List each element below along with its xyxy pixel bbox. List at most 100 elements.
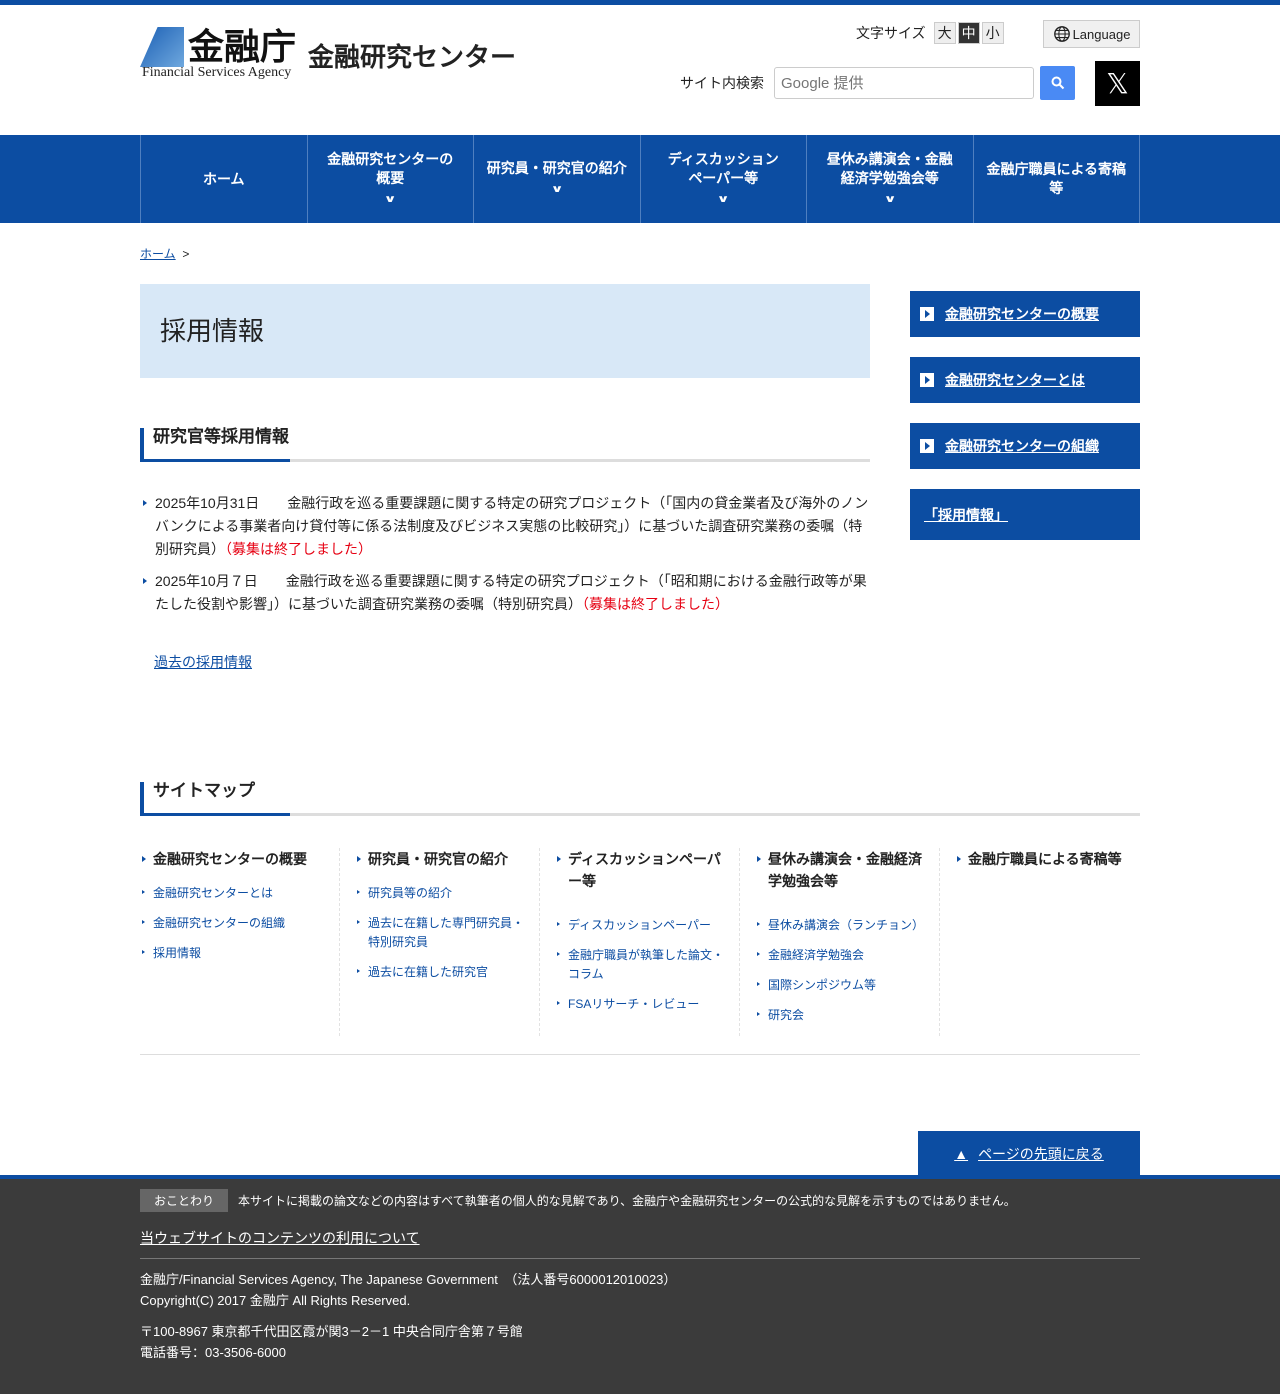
x-twitter-icon[interactable]: 𝕏: [1095, 61, 1140, 106]
search-button[interactable]: [1040, 66, 1075, 100]
sitemap-link[interactable]: 研究員等の紹介: [355, 884, 524, 903]
sitemap-heading-link[interactable]: 研究員・研究官の紹介: [355, 848, 524, 870]
back-to-top-button[interactable]: ▲ ページの先頭に戻る: [918, 1131, 1140, 1176]
side-link-organization[interactable]: 金融研究センターの組織: [910, 423, 1140, 469]
footer-address: 〒100-8967 東京都千代田区霞が関3－2－1 中央合同庁舎第７号館: [140, 1324, 523, 1339]
font-size-label: 文字サイズ: [856, 25, 926, 41]
sitemap-link[interactable]: ディスカッションペーパー: [555, 916, 724, 935]
search-input[interactable]: [774, 67, 1034, 99]
back-to-top-label: ページの先頭に戻る: [978, 1145, 1104, 1162]
recruit-text: 金融行政を巡る重要課題に関する特定の研究プロジェクト（「昭和期における金融行政等…: [155, 573, 867, 612]
nav-label: ホーム: [202, 170, 245, 187]
globe-icon: [1053, 26, 1070, 42]
sitemap-link[interactable]: 金融庁職員が執筆した論文・コラム: [555, 946, 724, 984]
sitemap-column: 研究員・研究官の紹介 研究員等の紹介過去に在籍した専門研究員・特別研究員過去に在籍…: [340, 848, 540, 1036]
nav-lectures[interactable]: 昼休み講演会・金融経済学勉強会等 ∨: [807, 135, 974, 223]
side-link-label: 金融研究センターとは: [945, 372, 1085, 388]
site-search: サイト内検索: [680, 66, 1075, 100]
heading-rule: [140, 459, 870, 462]
search-label: サイト内検索: [680, 75, 764, 91]
side-link-label: 金融研究センターの概要: [945, 306, 1099, 322]
font-size-large-button[interactable]: 大: [933, 22, 956, 44]
nav-home[interactable]: ホーム: [141, 135, 308, 223]
sitemap-column: 金融庁職員による寄稿等: [940, 848, 1140, 1036]
recruit-item[interactable]: 2025年10月７日 金融行政を巡る重要課題に関する特定の研究プロジェクト（「昭…: [140, 570, 870, 616]
chevron-down-icon: ∨: [716, 193, 730, 205]
search-icon: [1051, 76, 1064, 90]
nav-label: 金融庁職員による寄稿等: [986, 161, 1127, 196]
footer-copyright: Copyright(C) 2017 金融庁 All Rights Reserve…: [140, 1293, 411, 1308]
sitemap-heading-link[interactable]: 金融研究センターの概要: [140, 848, 324, 870]
arrow-right-icon: [920, 373, 934, 387]
sitemap-link[interactable]: 金融研究センターとは: [140, 884, 324, 903]
site-footer: おことわり 本サイトに掲載の論文などの内容はすべて執筆者の個人的な見解であり、金融…: [0, 1175, 1280, 1394]
chevron-down-icon: ∨: [383, 193, 397, 205]
nav-researchers[interactable]: 研究員・研究官の紹介 ∨: [474, 135, 641, 223]
breadcrumb-home-link[interactable]: ホーム: [140, 247, 176, 261]
sitemap-link[interactable]: FSAリサーチ・レビュー: [555, 995, 724, 1014]
sitemap-heading-link[interactable]: 昼休み講演会・金融経済学勉強会等: [755, 848, 924, 892]
font-size-switcher: 文字サイズ 大 中 小: [856, 22, 1004, 44]
side-menu: 金融研究センターの概要 金融研究センターとは 金融研究センターの組織 「採用情報…: [910, 284, 1140, 672]
sitemap-heading: サイトマップ: [140, 782, 1140, 813]
sitemap-heading-link[interactable]: ディスカッションペーパー等: [555, 848, 724, 892]
side-link-overview[interactable]: 金融研究センターの概要: [910, 291, 1140, 337]
terms-link[interactable]: 当ウェブサイトのコンテンツの利用について: [140, 1228, 1140, 1259]
sitemap-link[interactable]: 過去に在籍した研究官: [355, 963, 524, 982]
sitemap-link[interactable]: 金融研究センターの組織: [140, 914, 324, 933]
language-label: Language: [1072, 26, 1131, 42]
side-link-label: 金融研究センターの組織: [945, 438, 1099, 454]
recruit-status: （募集は終了しました）: [582, 596, 729, 612]
footer-org: 金融庁/Financial Services Agency, The Japan…: [140, 1272, 677, 1287]
sitemap-column: 金融研究センターの概要 金融研究センターとは 金融研究センターの組織 採用情報: [140, 848, 340, 1036]
recruit-status: （募集は終了しました）: [225, 541, 372, 557]
breadcrumb: ホーム >: [140, 245, 1140, 262]
recruit-date: 2025年10月７日: [155, 573, 258, 589]
nav-contributions[interactable]: 金融庁職員による寄稿等: [974, 135, 1140, 223]
sitemap-column: ディスカッションペーパー等ディスカッションペーパー金融庁職員が執筆した論文・コラ…: [540, 848, 740, 1036]
side-link-about[interactable]: 金融研究センターとは: [910, 357, 1140, 403]
fsa-logo[interactable]: 金融庁 Financial Services Agency 金融研究センター: [140, 26, 516, 80]
disclaimer-tag: おことわり: [140, 1189, 229, 1212]
disclaimer-text: 本サイトに掲載の論文などの内容はすべて執筆者の個人的な見解であり、金融庁や金融研…: [238, 1194, 1016, 1208]
chevron-down-icon: ∨: [550, 184, 564, 195]
triangle-up-icon: ▲: [954, 1145, 969, 1162]
language-button[interactable]: Language: [1043, 20, 1140, 48]
past-recruit-link[interactable]: 過去の採用情報: [154, 652, 870, 672]
sitemap-link[interactable]: 採用情報: [140, 944, 324, 963]
sitemap-link[interactable]: 国際シンポジウム等: [755, 976, 924, 995]
fsa-logo-mark-icon: [140, 27, 184, 67]
recruit-item[interactable]: 2025年10月31日 金融行政を巡る重要課題に関する特定の研究プロジェクト（「…: [140, 492, 870, 561]
section-heading: 研究官等採用情報: [140, 428, 870, 459]
footer-phone: 電話番号：03-3506-6000: [140, 1345, 286, 1360]
font-size-small-button[interactable]: 小: [981, 22, 1004, 44]
arrow-right-icon: [920, 307, 934, 321]
side-link-recruit[interactable]: 「採用情報」: [910, 489, 1140, 540]
nav-discussion-papers[interactable]: ディスカッションペーパー等 ∨: [641, 135, 807, 223]
logo-kanji: 金融庁: [188, 26, 297, 67]
recruit-date: 2025年10月31日: [155, 495, 260, 511]
main-content: 採用情報 研究官等採用情報 2025年10月31日 金融行政を巡る重要課題に関す…: [140, 284, 870, 672]
sitemap-link[interactable]: 昼休み講演会（ランチョン）: [755, 916, 924, 935]
nav-overview[interactable]: 金融研究センターの概要 ∨: [308, 135, 474, 223]
logo-en: Financial Services Agency: [142, 65, 292, 80]
sitemap-column: 昼休み講演会・金融経済学勉強会等昼休み講演会（ランチョン） 金融経済学勉強会 国際シ…: [740, 848, 940, 1036]
breadcrumb-separator: >: [182, 247, 190, 261]
disclaimer: おことわり 本サイトに掲載の論文などの内容はすべて執筆者の個人的な見解であり、金融…: [140, 1189, 1140, 1212]
chevron-down-icon: ∨: [883, 193, 897, 205]
recruit-list: 2025年10月31日 金融行政を巡る重要課題に関する特定の研究プロジェクト（「…: [140, 492, 870, 616]
global-nav: ホーム 金融研究センターの概要 ∨ 研究員・研究官の紹介 ∨ ディスカッションペーパ…: [0, 135, 1280, 223]
side-link-label: 「採用情報」: [924, 506, 1008, 523]
nav-label: 昼休み講演会・金融経済学勉強会等: [826, 150, 953, 186]
nav-label: 研究員・研究官の紹介: [486, 160, 627, 176]
sitemap-link[interactable]: 研究会: [755, 1006, 924, 1025]
sitemap-link[interactable]: 金融経済学勉強会: [755, 946, 924, 965]
page-title: 採用情報: [140, 284, 870, 378]
font-size-medium-button[interactable]: 中: [957, 22, 980, 44]
sitemap-link[interactable]: 過去に在籍した専門研究員・特別研究員: [355, 914, 524, 952]
nav-label: ディスカッションペーパー等: [667, 150, 779, 186]
sitemap-heading-link[interactable]: 金融庁職員による寄稿等: [955, 848, 1125, 870]
heading-rule: [140, 813, 1140, 816]
nav-label: 金融研究センターの概要: [327, 150, 454, 186]
site-header: 金融庁 Financial Services Agency 金融研究センター 文…: [140, 5, 1140, 135]
